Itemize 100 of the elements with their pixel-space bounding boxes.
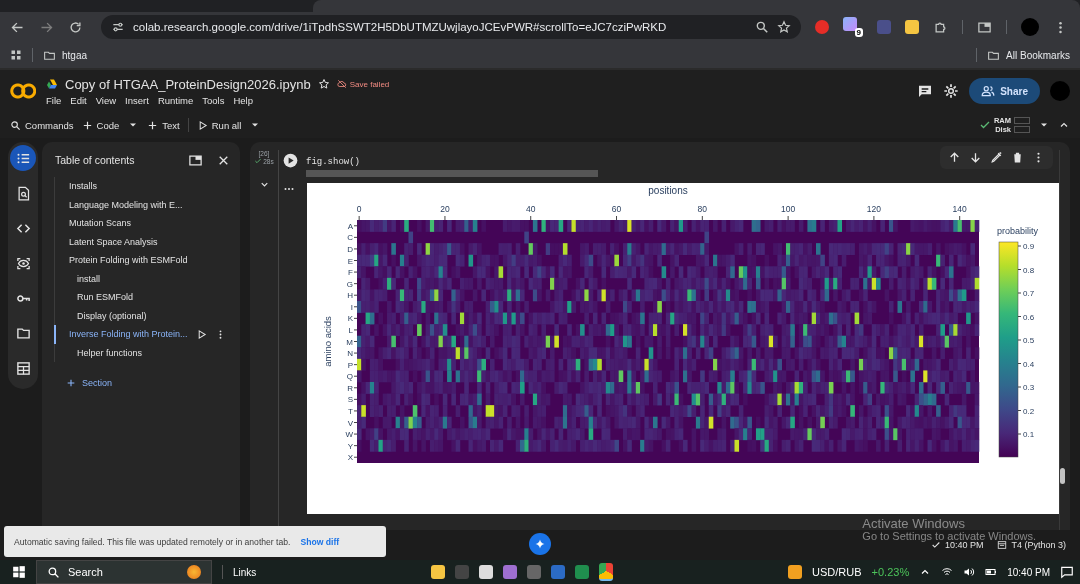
y-tick-label: E: [347, 256, 353, 266]
runtime-indicator[interactable]: T4 (Python 3): [997, 540, 1066, 550]
comments-icon[interactable]: [917, 83, 934, 99]
toc-item[interactable]: Installs: [54, 177, 240, 196]
chrome-icon[interactable]: [599, 563, 614, 581]
toc-item[interactable]: Mutation Scans: [54, 214, 240, 233]
y-tick-label: W: [345, 430, 353, 440]
toc-item[interactable]: Latent Space Analysis: [54, 232, 240, 251]
toc-item[interactable]: Protein Folding with ESMFold: [54, 251, 240, 270]
move-down-icon[interactable]: [969, 151, 982, 164]
colorbar-tick-label: 0.7: [1023, 289, 1035, 298]
terminal-icon: [997, 540, 1008, 550]
show-diff-link[interactable]: Show diff: [300, 536, 340, 547]
colorbar-tick-label: 0.3: [1023, 383, 1035, 392]
plus-icon: [81, 119, 93, 131]
menu-item[interactable]: Edit: [70, 94, 87, 106]
x-tick-label: 60: [611, 204, 622, 214]
bookmark-folder[interactable]: htgaa: [43, 48, 88, 62]
bookmark-star-icon[interactable]: [777, 20, 791, 34]
y-axis-title: amino acids: [322, 316, 333, 367]
excel-icon[interactable]: [575, 565, 590, 579]
run-all-button[interactable]: Run all: [196, 119, 242, 131]
colab-logo[interactable]: [10, 82, 36, 100]
x-tick-label: 0: [356, 204, 362, 214]
reload-icon[interactable]: [68, 19, 83, 35]
taskbar-search[interactable]: Search: [36, 560, 212, 584]
media-player-icon[interactable]: [503, 565, 518, 579]
search-icon: [10, 119, 21, 131]
code-line: fig.show(): [306, 157, 360, 167]
open-in-window-icon[interactable]: [188, 152, 203, 168]
x-tick-label: 80: [697, 204, 708, 214]
delete-icon[interactable]: [1011, 151, 1024, 164]
drive-icon: [46, 78, 58, 90]
toast-message: Automatic saving failed. This file was updated remotely or in another tab.: [14, 536, 291, 547]
wifi-icon[interactable]: [941, 566, 954, 578]
notifications-icon[interactable]: [1060, 565, 1074, 579]
edit-icon[interactable]: [990, 151, 1003, 164]
people-icon: [981, 84, 996, 98]
links-toolbar[interactable]: Links: [233, 566, 257, 578]
add-code-button[interactable]: Code: [81, 119, 120, 131]
move-up-icon[interactable]: [948, 151, 961, 164]
start-icon[interactable]: [12, 565, 26, 579]
scrollbar-thumb[interactable]: [306, 170, 598, 177]
y-tick-label: I: [350, 302, 353, 312]
settings-icon[interactable]: [943, 83, 960, 99]
run-cell-button[interactable]: [283, 153, 298, 168]
menu-item[interactable]: Tools: [202, 94, 225, 106]
check-icon: [930, 540, 941, 550]
toc-item[interactable]: Run ESMFold: [54, 288, 240, 307]
commands-button[interactable]: Commands: [10, 119, 74, 131]
toc-item[interactable]: Inverse Folding with Protein...: [54, 325, 240, 344]
menu-item[interactable]: View: [95, 94, 117, 106]
menu-item[interactable]: Insert: [125, 94, 149, 106]
ticker-change: +0.23%: [871, 566, 910, 578]
code-editor[interactable]: fig.show(): [306, 157, 598, 177]
execution-status[interactable]: 10:40 PM: [930, 540, 984, 550]
scrollbar-thumb[interactable]: [1060, 468, 1065, 484]
y-tick-label: M: [346, 337, 353, 347]
all-bookmarks-button[interactable]: All Bookmarks: [987, 48, 1070, 62]
toc-item[interactable]: install: [54, 269, 240, 288]
y-tick-label: Y: [347, 441, 353, 451]
file-explorer-icon[interactable]: [431, 565, 446, 579]
menu-item[interactable]: Help: [233, 94, 253, 106]
save-status: Save failed: [336, 79, 390, 89]
screenshot-icon[interactable]: [977, 19, 992, 35]
y-tick-label: R: [347, 383, 353, 393]
app-icon[interactable]: [479, 565, 494, 579]
add-text-button[interactable]: Text: [147, 119, 180, 131]
apps-icon[interactable]: [10, 49, 22, 61]
zoom-icon[interactable]: [755, 20, 769, 34]
toc-item[interactable]: Language Modeling with E...: [54, 195, 240, 214]
y-tick-label: F: [348, 268, 353, 278]
site-settings-icon[interactable]: [111, 20, 125, 34]
star-icon[interactable]: [317, 78, 330, 90]
add-section-button[interactable]: Section: [66, 378, 113, 388]
menu-item[interactable]: Runtime: [157, 94, 194, 106]
plus-icon: [147, 119, 159, 131]
menu-item[interactable]: File: [46, 94, 62, 106]
play-extension-icon[interactable]: [815, 20, 829, 34]
sidebar-tab[interactable]: [10, 145, 36, 171]
ticker-symbol[interactable]: USD/RUB: [812, 566, 862, 578]
check-icon: [254, 157, 263, 165]
notebook-title[interactable]: Copy of HTGAA_ProteinDesign2026.ipynb: [65, 76, 311, 92]
toc-item[interactable]: Display (optional): [54, 306, 240, 325]
word-icon[interactable]: [551, 565, 566, 579]
colorbar-title: probability: [997, 226, 1039, 236]
toc-item[interactable]: Helper functions: [54, 343, 240, 362]
battery-icon[interactable]: [985, 566, 998, 578]
address-bar[interactable]: colab.research.google.com/drive/1iTpdhSSWT2H5DbUTMZUwjlayoJCEvPWR#scrollTo=eJC7cziPwRKD: [101, 15, 801, 39]
ticker-icon[interactable]: [788, 565, 803, 579]
store-icon[interactable]: [527, 565, 542, 579]
share-button[interactable]: Share: [969, 78, 1040, 104]
y-tick-label: L: [348, 325, 353, 335]
x-axis-title: positions: [648, 185, 688, 196]
speaker-icon[interactable]: [963, 566, 976, 578]
gemini-button[interactable]: [529, 533, 551, 555]
taskbar-clock[interactable]: 10:40 PM: [1007, 566, 1050, 578]
y-tick-label: G: [346, 279, 353, 289]
y-tick-label: T: [348, 406, 353, 416]
variables-icon: [15, 255, 31, 271]
